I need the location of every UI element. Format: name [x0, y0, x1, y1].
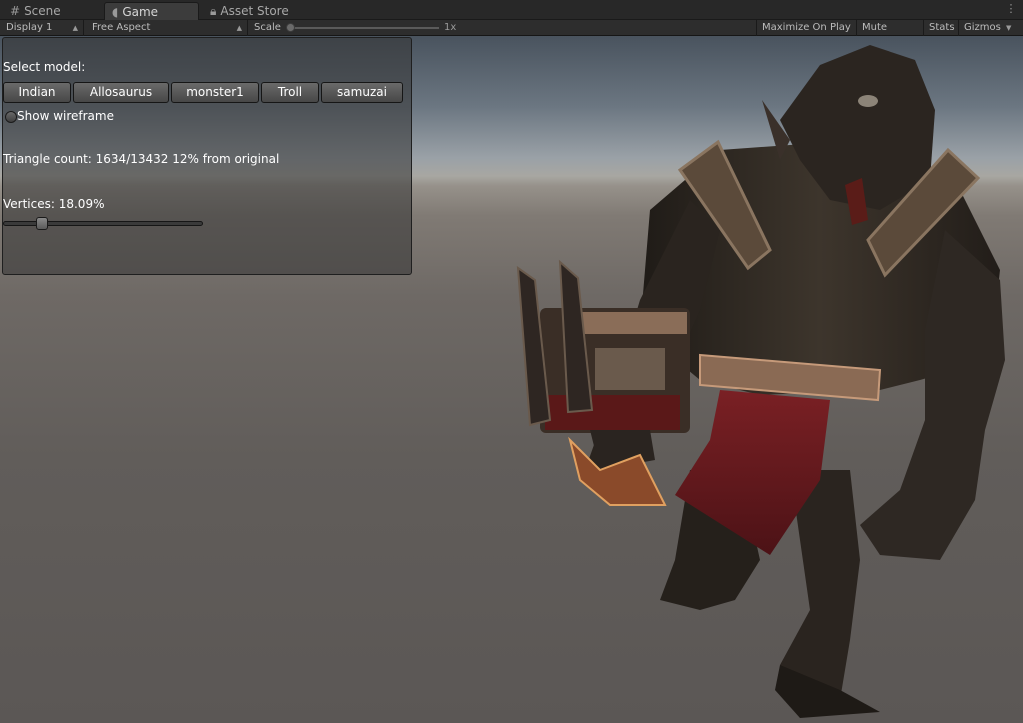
simplifier-panel: Select model: Indian Allosaurus monster1…: [2, 37, 412, 275]
pacman-icon: ◖: [112, 4, 119, 19]
vertices-label: Vertices: 18.09%: [3, 197, 105, 211]
hammer-face: [595, 348, 665, 390]
model-button-monster1[interactable]: monster1: [171, 82, 259, 103]
triangle-count-text: Triangle count: 1634/13432 12% from orig…: [3, 152, 280, 166]
troll-eye: [858, 95, 878, 107]
model-button-indian[interactable]: Indian: [3, 82, 71, 103]
tab-asset-store[interactable]: 🔒︎ Asset Store: [210, 2, 320, 20]
tab-scene[interactable]: # Scene: [10, 2, 90, 20]
aspect-dropdown[interactable]: Free Aspect ▲: [86, 20, 248, 36]
aspect-value: Free Aspect: [92, 22, 151, 33]
model-button-allosaurus[interactable]: Allosaurus: [73, 82, 169, 103]
display-value: Display 1: [6, 22, 53, 33]
mute-audio-toggle[interactable]: Mute Audio: [856, 20, 923, 49]
display-dropdown[interactable]: Display 1 ▲: [0, 20, 84, 36]
tab-game[interactable]: ◖ Game: [104, 2, 199, 20]
tab-asset-store-label: Asset Store: [220, 4, 289, 18]
scale-value: 1x: [444, 22, 457, 33]
tab-game-label: Game: [122, 4, 159, 19]
grid-icon: #: [10, 4, 21, 18]
scale-label: Scale: [254, 22, 281, 33]
show-wireframe-label: Show wireframe: [17, 109, 114, 123]
editor-tab-bar: # Scene ◖ Game 🔒︎ Asset Store ⋮: [0, 0, 1023, 20]
hammer-band-top: [575, 312, 687, 334]
chevron-down-icon: ▼: [1006, 24, 1012, 32]
scale-slider-thumb[interactable]: [286, 23, 295, 32]
vertices-slider-track[interactable]: [3, 221, 203, 226]
dropdown-arrows-icon: ▲: [236, 24, 242, 32]
scale-slider-track[interactable]: [289, 27, 439, 29]
game-toolbar: Display 1 ▲ Free Aspect ▲ Scale 1x Maxim…: [0, 20, 1023, 49]
vertices-slider-thumb[interactable]: [36, 217, 48, 230]
select-model-label: Select model:: [3, 60, 86, 74]
model-button-samuzai[interactable]: samuzai: [321, 82, 403, 103]
maximize-on-play-toggle[interactable]: Maximize On Play: [756, 20, 856, 36]
window-menu-icon[interactable]: ⋮: [1003, 2, 1019, 18]
hammer-band-bottom: [545, 395, 680, 430]
model-button-troll[interactable]: Troll: [261, 82, 319, 103]
lock-icon: 🔒︎: [210, 4, 217, 18]
tab-scene-label: Scene: [24, 4, 61, 18]
dropdown-arrows-icon: ▲: [72, 24, 78, 32]
gizmos-label: Gizmos: [964, 22, 1001, 33]
show-wireframe-toggle[interactable]: [5, 111, 17, 123]
stats-toggle[interactable]: Stats: [923, 20, 958, 36]
gizmos-dropdown[interactable]: Gizmos ▼: [958, 20, 1023, 36]
